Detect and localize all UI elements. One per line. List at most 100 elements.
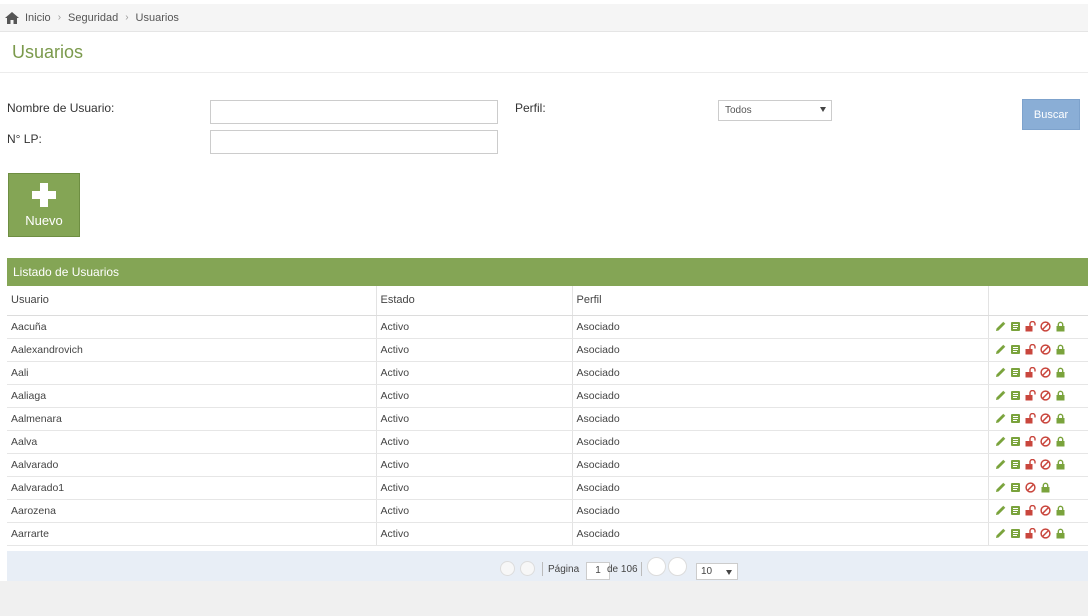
ban-icon[interactable]	[1039, 321, 1051, 332]
new-user-label: Nuevo	[25, 212, 63, 228]
ban-icon[interactable]	[1039, 344, 1051, 355]
table-row: Aalmenara Activo Asociado	[7, 407, 1088, 431]
table-row: Aali Activo Asociado	[7, 361, 1088, 385]
pencil-icon[interactable]	[995, 459, 1006, 470]
new-user-button[interactable]: Nuevo	[8, 173, 80, 237]
page-size-select[interactable]: 10	[696, 563, 738, 580]
cell-usuario: Aalexandrovich	[7, 338, 377, 362]
lock-icon[interactable]	[1040, 482, 1051, 493]
breadcrumb-section[interactable]: Seguridad	[68, 12, 118, 24]
cell-perfil: Asociado	[572, 522, 989, 546]
unlock-icon[interactable]	[1025, 505, 1036, 516]
book-icon[interactable]	[1010, 413, 1021, 424]
book-icon[interactable]	[1010, 482, 1021, 493]
book-icon[interactable]	[1010, 505, 1021, 516]
cell-perfil: Asociado	[572, 315, 989, 339]
cell-perfil: Asociado	[572, 499, 989, 523]
cell-actions	[988, 499, 1088, 523]
breadcrumb-home[interactable]: Inicio	[25, 12, 51, 24]
unlock-icon[interactable]	[1025, 436, 1036, 447]
unlock-icon[interactable]	[1025, 390, 1036, 401]
table-header-row: Usuario Estado Perfil	[7, 286, 1088, 316]
book-icon[interactable]	[1010, 344, 1021, 355]
chevron-right-icon: ›	[57, 12, 62, 23]
lp-input[interactable]	[210, 130, 498, 154]
profile-select[interactable]: Todos	[718, 100, 832, 121]
lock-icon[interactable]	[1055, 528, 1066, 539]
users-panel-title: Listado de Usuarios	[13, 265, 120, 279]
title-divider	[0, 72, 1088, 73]
pencil-icon[interactable]	[995, 482, 1006, 493]
lock-icon[interactable]	[1055, 413, 1066, 424]
pagination-bar: Página 1 de 106 10	[7, 551, 1088, 581]
prev-page-button[interactable]	[520, 561, 535, 576]
cell-estado: Activo	[376, 476, 573, 500]
last-page-button[interactable]	[668, 557, 687, 576]
unlock-icon[interactable]	[1025, 321, 1036, 332]
row-actions	[993, 482, 1088, 493]
ban-icon[interactable]	[1039, 436, 1051, 447]
first-page-button[interactable]	[500, 561, 515, 576]
cell-usuario: Aarozena	[7, 499, 377, 523]
breadcrumb: Inicio › Seguridad › Usuarios	[0, 4, 1088, 32]
ban-icon[interactable]	[1039, 528, 1051, 539]
column-header-estado[interactable]: Estado	[376, 286, 573, 316]
username-input[interactable]	[210, 100, 498, 124]
ban-icon[interactable]	[1039, 459, 1051, 470]
pencil-icon[interactable]	[995, 436, 1006, 447]
lock-icon[interactable]	[1055, 321, 1066, 332]
book-icon[interactable]	[1010, 367, 1021, 378]
lock-icon[interactable]	[1055, 344, 1066, 355]
lock-icon[interactable]	[1055, 390, 1066, 401]
cell-estado: Activo	[376, 361, 573, 385]
cell-usuario: Aalvarado1	[7, 476, 377, 500]
cell-actions	[988, 522, 1088, 546]
cell-estado: Activo	[376, 384, 573, 408]
cell-perfil: Asociado	[572, 476, 989, 500]
pencil-icon[interactable]	[995, 367, 1006, 378]
cell-perfil: Asociado	[572, 338, 989, 362]
users-panel-header: Listado de Usuarios	[7, 258, 1088, 286]
home-icon[interactable]	[5, 11, 19, 24]
row-actions	[993, 344, 1088, 355]
ban-icon[interactable]	[1024, 482, 1036, 493]
lock-icon[interactable]	[1055, 505, 1066, 516]
cell-actions	[988, 453, 1088, 477]
book-icon[interactable]	[1010, 528, 1021, 539]
row-actions	[993, 528, 1088, 539]
book-icon[interactable]	[1010, 321, 1021, 332]
cell-actions	[988, 384, 1088, 408]
ban-icon[interactable]	[1039, 505, 1051, 516]
row-actions	[993, 321, 1088, 332]
pencil-icon[interactable]	[995, 528, 1006, 539]
next-page-button[interactable]	[647, 557, 666, 576]
pencil-icon[interactable]	[995, 321, 1006, 332]
search-button[interactable]: Buscar	[1022, 99, 1080, 130]
pencil-icon[interactable]	[995, 413, 1006, 424]
pencil-icon[interactable]	[995, 390, 1006, 401]
pencil-icon[interactable]	[995, 505, 1006, 516]
lock-icon[interactable]	[1055, 436, 1066, 447]
unlock-icon[interactable]	[1025, 413, 1036, 424]
ban-icon[interactable]	[1039, 413, 1051, 424]
cell-estado: Activo	[376, 407, 573, 431]
pencil-icon[interactable]	[995, 344, 1006, 355]
profile-label: Perfil:	[515, 101, 546, 115]
lock-icon[interactable]	[1055, 459, 1066, 470]
lock-icon[interactable]	[1055, 367, 1066, 378]
pager-divider	[641, 562, 642, 576]
unlock-icon[interactable]	[1025, 367, 1036, 378]
cell-usuario: Aaliaga	[7, 384, 377, 408]
book-icon[interactable]	[1010, 390, 1021, 401]
book-icon[interactable]	[1010, 436, 1021, 447]
ban-icon[interactable]	[1039, 367, 1051, 378]
ban-icon[interactable]	[1039, 390, 1051, 401]
unlock-icon[interactable]	[1025, 528, 1036, 539]
column-header-perfil[interactable]: Perfil	[572, 286, 989, 316]
unlock-icon[interactable]	[1025, 459, 1036, 470]
row-actions	[993, 459, 1088, 470]
unlock-icon[interactable]	[1025, 344, 1036, 355]
column-header-usuario[interactable]: Usuario	[7, 286, 377, 316]
book-icon[interactable]	[1010, 459, 1021, 470]
breadcrumb-current: Usuarios	[135, 11, 179, 24]
